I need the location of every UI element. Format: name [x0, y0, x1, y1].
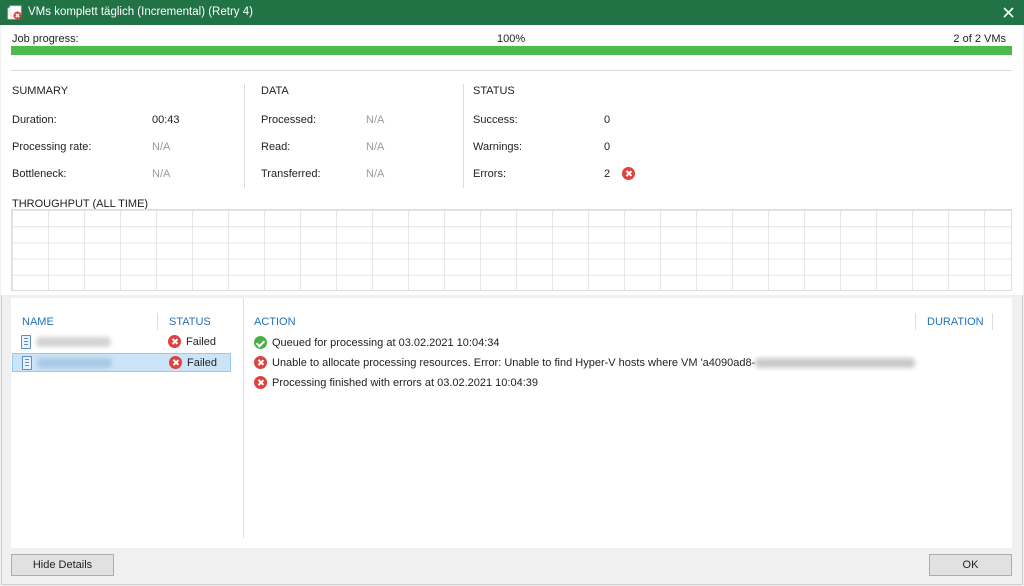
status-success-label: Success: [473, 114, 518, 126]
summary-rate-value: N/A [152, 141, 171, 153]
data-processed-label: Processed: [261, 114, 317, 126]
hide-details-button[interactable]: Hide Details [11, 554, 114, 576]
error-icon [169, 356, 182, 369]
status-success-value: 0 [604, 114, 611, 126]
vm-name-redacted [36, 337, 111, 347]
action-row[interactable]: Processing finished with errors at 03.02… [254, 376, 538, 389]
column-header-duration[interactable]: DURATION [927, 316, 984, 328]
data-transferred-value: N/A [366, 168, 385, 180]
summary-bottleneck-label: Bottleneck: [12, 168, 67, 180]
job-progress-label: Job progress: [12, 33, 79, 45]
error-icon [254, 376, 267, 389]
veeam-job-icon [7, 5, 22, 20]
vm-name-redacted [37, 358, 112, 368]
vm-icon [21, 335, 31, 349]
vm-status-text: Failed [186, 335, 216, 348]
summary-duration-label: Duration: [12, 114, 57, 126]
error-icon [254, 356, 267, 369]
panel-divider [243, 298, 244, 538]
summary-duration-value: 00:43 [152, 114, 180, 126]
column-header-action[interactable]: ACTION [254, 316, 296, 328]
job-progress-fill [11, 46, 1012, 55]
summary-rate-label: Processing rate: [12, 141, 92, 153]
redacted-text [755, 357, 916, 368]
job-progress-count: 2 of 2 VMs [953, 33, 1006, 45]
status-errors-value: 2 [604, 168, 611, 180]
status-title: STATUS [473, 85, 515, 97]
action-row[interactable]: Queued for processing at 03.02.2021 10:0… [254, 336, 500, 349]
column-header-name[interactable]: NAME [22, 316, 54, 328]
data-title: DATA [261, 85, 289, 97]
close-icon [1002, 6, 1014, 18]
section-divider [244, 84, 245, 188]
throughput-chart [11, 209, 1012, 291]
close-button[interactable] [998, 2, 1018, 22]
error-icon [168, 335, 181, 348]
action-text: Queued for processing at 03.02.2021 10:0… [272, 336, 500, 349]
error-icon [622, 167, 635, 180]
ok-button[interactable]: OK [929, 554, 1012, 576]
title-bar: VMs komplett täglich (Incremental) (Retr… [0, 0, 1024, 25]
column-header-status[interactable]: STATUS [169, 316, 211, 328]
vm-status: Failed [169, 356, 217, 369]
action-text: Processing finished with errors at 03.02… [272, 376, 538, 389]
vm-list-row-selected[interactable]: Failed [12, 353, 231, 372]
data-processed-value: N/A [366, 114, 385, 126]
column-separator[interactable] [915, 313, 916, 330]
divider [11, 70, 1012, 71]
data-read-value: N/A [366, 141, 385, 153]
summary-title: SUMMARY [12, 85, 69, 97]
action-row[interactable]: Unable to allocate processing resources.… [254, 356, 916, 369]
job-progress-percent: 100% [497, 33, 526, 45]
action-text: Unable to allocate processing resources.… [272, 356, 756, 369]
summary-bottleneck-value: N/A [152, 168, 171, 180]
job-progress-bar [11, 46, 1012, 55]
status-warnings-label: Warnings: [473, 141, 523, 153]
vm-status: Failed [168, 335, 216, 348]
column-separator[interactable] [157, 313, 158, 330]
window-title: VMs komplett täglich (Incremental) (Retr… [28, 6, 253, 18]
vm-status-text: Failed [187, 356, 217, 369]
data-read-label: Read: [261, 141, 291, 153]
section-divider [463, 84, 464, 188]
success-icon [254, 336, 267, 349]
vm-icon [22, 356, 32, 370]
status-errors-label: Errors: [473, 168, 506, 180]
column-separator[interactable] [992, 313, 993, 330]
status-warnings-value: 0 [604, 141, 611, 153]
data-transferred-label: Transferred: [261, 168, 321, 180]
vm-list-row[interactable]: Failed [12, 333, 231, 352]
